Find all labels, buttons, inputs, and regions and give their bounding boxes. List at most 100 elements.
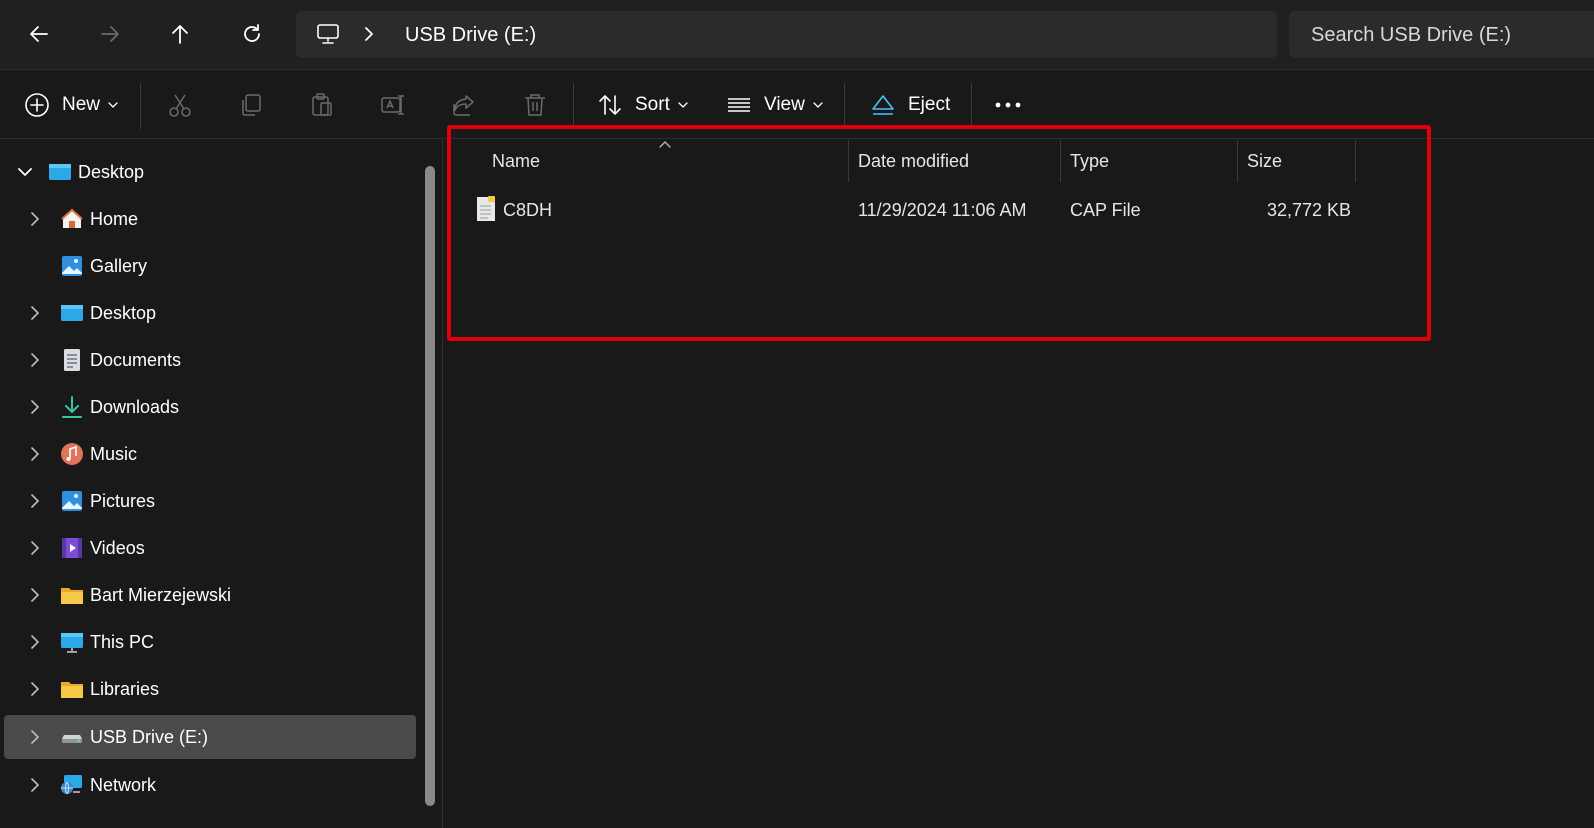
sidebar-item-music[interactable]: Music [4, 432, 416, 476]
chevron-right-icon[interactable] [30, 588, 40, 602]
arrow-right-icon [101, 26, 119, 42]
sidebar-item-gallery[interactable]: Gallery [4, 244, 416, 288]
view-list-icon [728, 98, 750, 112]
sidebar-item-label: Downloads [90, 397, 180, 417]
search-placeholder: Search USB Drive (E:) [1311, 24, 1512, 46]
sidebar-item-documents[interactable]: Documents [4, 338, 416, 382]
this-pc-icon [61, 633, 83, 653]
chevron-right-icon[interactable] [30, 494, 40, 508]
breadcrumb[interactable]: USB Drive (E:) [405, 23, 536, 47]
more-icon [995, 102, 1021, 108]
chevron-right-icon[interactable] [30, 778, 40, 792]
sidebar-item-libraries[interactable]: Libraries [4, 667, 416, 711]
view-button[interactable]: View [726, 87, 823, 123]
sort-button[interactable]: Sort [597, 87, 688, 123]
sidebar-item-downloads[interactable]: Downloads [4, 385, 416, 429]
home-icon [61, 208, 83, 228]
gallery-icon [62, 256, 82, 276]
rename-icon [381, 95, 404, 115]
command-divider [140, 83, 141, 129]
delete-button[interactable] [521, 91, 549, 119]
refresh-icon [244, 24, 260, 42]
eject-button[interactable]: Eject [870, 87, 950, 123]
paste-button[interactable] [308, 91, 336, 119]
new-button[interactable]: New [24, 87, 118, 123]
sidebar-item-label: Documents [90, 350, 182, 370]
desktop-icon [49, 164, 71, 180]
chevron-right-icon[interactable] [30, 730, 40, 744]
chevron-right-icon[interactable] [30, 682, 40, 696]
sidebar-item-label: This PC [90, 632, 155, 652]
back-button[interactable] [19, 14, 59, 54]
sidebar-item-home[interactable]: Home [4, 197, 416, 241]
sidebar-item-usb-drive[interactable]: USB Drive (E:) [4, 715, 416, 759]
share-button[interactable] [450, 91, 478, 119]
chevron-down-icon [678, 102, 688, 108]
sidebar-item-user-folder[interactable]: Bart Mierzejewski [4, 573, 416, 617]
downloads-icon [62, 396, 82, 418]
documents-icon [64, 349, 80, 371]
sidebar-item-label: Music [90, 444, 138, 464]
eject-label: Eject [908, 94, 951, 115]
more-button[interactable] [994, 91, 1022, 119]
music-icon [61, 443, 83, 465]
copy-button[interactable] [237, 91, 265, 119]
sidebar-item-label: Gallery [90, 256, 148, 276]
arrow-left-icon [30, 26, 48, 42]
sort-icon [599, 95, 621, 115]
sidebar-item-label: Pictures [90, 491, 156, 511]
address-bar[interactable]: USB Drive (E:) [296, 11, 1277, 58]
videos-icon [62, 538, 82, 558]
copy-icon [242, 94, 261, 116]
command-divider [971, 83, 972, 129]
sort-label: Sort [635, 94, 670, 115]
chevron-down-icon[interactable] [18, 167, 32, 177]
cut-icon [169, 94, 191, 117]
sidebar-item-videos[interactable]: Videos [4, 526, 416, 570]
sidebar-item-desktop[interactable]: Desktop [4, 291, 416, 335]
plus-circle-icon [25, 93, 49, 117]
network-icon [61, 775, 82, 795]
sidebar-item-label: Home [90, 209, 139, 229]
chevron-right-icon[interactable] [30, 447, 40, 461]
chevron-right-icon [365, 27, 373, 41]
eject-icon [872, 95, 894, 115]
chevron-right-icon[interactable] [30, 541, 40, 555]
navigation-pane: Desktop Home Gallery Desktop Documents D… [0, 140, 440, 828]
pictures-icon [62, 491, 82, 511]
sidebar-item-pictures[interactable]: Pictures [4, 479, 416, 523]
refresh-button[interactable] [232, 14, 272, 54]
share-icon [453, 95, 474, 116]
sidebar-item-this-pc[interactable]: This PC [4, 620, 416, 664]
highlight-annotation-box [447, 125, 1431, 341]
arrow-up-icon [172, 25, 188, 44]
chevron-right-icon[interactable] [30, 400, 40, 414]
delete-icon [525, 94, 545, 116]
rename-button[interactable] [379, 91, 407, 119]
chevron-right-icon[interactable] [30, 306, 40, 320]
view-label: View [764, 94, 805, 115]
paste-icon [312, 93, 332, 116]
sidebar-item-desktop-root[interactable]: Desktop [4, 150, 416, 194]
sidebar-item-label: Desktop [78, 162, 145, 182]
chevron-right-icon[interactable] [30, 635, 40, 649]
folder-icon [61, 682, 83, 698]
chevron-right-icon[interactable] [30, 212, 40, 226]
sidebar-item-label: Network [90, 775, 157, 795]
sidebar-item-label: Bart Mierzejewski [90, 585, 232, 605]
up-button[interactable] [160, 14, 200, 54]
folder-icon [61, 588, 83, 604]
usb-drive-icon [62, 735, 82, 743]
desktop-icon [61, 305, 83, 321]
sidebar-scrollbar[interactable] [425, 166, 435, 806]
search-input[interactable]: Search USB Drive (E:) [1289, 11, 1594, 58]
chevron-right-icon[interactable] [30, 353, 40, 367]
sidebar-item-network[interactable]: Network [4, 763, 416, 807]
sidebar-item-label: Desktop [90, 303, 157, 323]
title-bar: USB Drive (E:) Search USB Drive (E:) [0, 0, 1594, 70]
forward-button[interactable] [90, 14, 130, 54]
sidebar-item-label: Libraries [90, 679, 160, 699]
cut-button[interactable] [166, 91, 194, 119]
chevron-down-icon [108, 102, 118, 108]
command-divider [573, 83, 574, 129]
